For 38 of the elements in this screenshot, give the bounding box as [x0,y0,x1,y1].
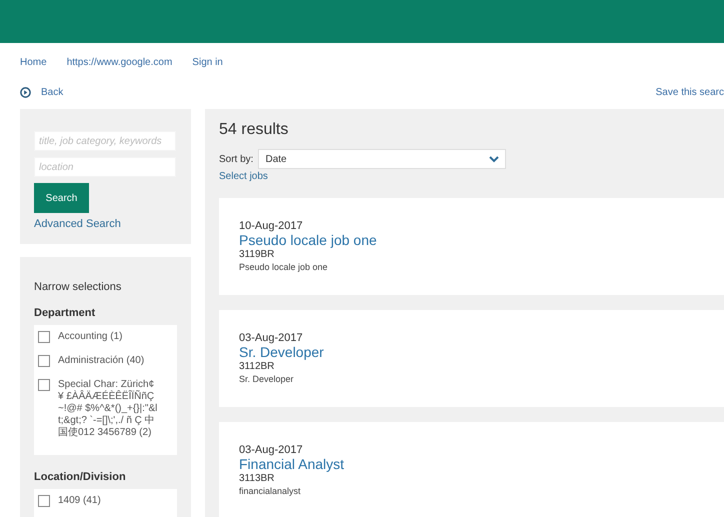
back-link[interactable]: Back [20,86,64,98]
select-jobs-link[interactable]: Select jobs [219,171,268,182]
job-title-link[interactable]: Pseudo locale job one [239,232,704,249]
chevron-icon [489,156,500,162]
filter-heading: Department [34,307,96,319]
checkbox[interactable] [38,495,50,507]
option-label: Special Char: Zürich¢¥ £ÀÂÄÆÉÈÊËÎÏÑñÇ~!@# $%^&*()_+{}|:"&lt;&gt;? `-=[]\;',./ ñ Ç 中国使012 3456789 (2) [58,379,158,439]
save-search-link[interactable]: Save this searc [656,86,724,98]
nav-link[interactable]: Sign in [192,57,223,75]
job-code: 3112BR [239,361,276,373]
job-code: 3119BR [239,249,276,261]
option-label: Administración (40) [58,355,146,367]
keywords-field[interactable]: title, job category, keywords [34,131,176,151]
job-code: 3113BR [239,473,276,485]
results-count: 54 results [219,121,290,139]
job-description: Pseudo locale job one [239,261,329,273]
back-icon [20,86,31,98]
search-button[interactable]: Search [34,183,89,213]
sort-dropdown[interactable]: Date [258,149,506,169]
job-title-link[interactable]: Financial Analyst [239,456,704,473]
sort-label: Sort by: [219,154,254,164]
option-label: Accounting (1) [58,331,124,343]
location-field[interactable]: location [34,157,176,177]
advanced-search-link[interactable]: Advanced Search [34,218,121,230]
checkbox[interactable] [38,331,50,343]
filter-heading: Location/Division [34,471,127,483]
nav-link[interactable]: https://www.google.com [66,57,172,75]
nav-link[interactable]: Home [20,57,47,75]
job-title-link[interactable]: Sr. Developer [239,344,704,361]
checkbox[interactable] [38,355,50,367]
job-description: Sr. Developer [239,373,295,385]
job-date: 03-Aug-2017 [239,444,304,456]
filter-title: Narrow selections [34,281,122,293]
job-date: 10-Aug-2017 [239,220,304,232]
option-label: 1409 (41) [58,495,102,507]
checkbox[interactable] [38,379,50,391]
job-date: 03-Aug-2017 [239,332,304,344]
job-description: financialanalyst [239,485,302,497]
